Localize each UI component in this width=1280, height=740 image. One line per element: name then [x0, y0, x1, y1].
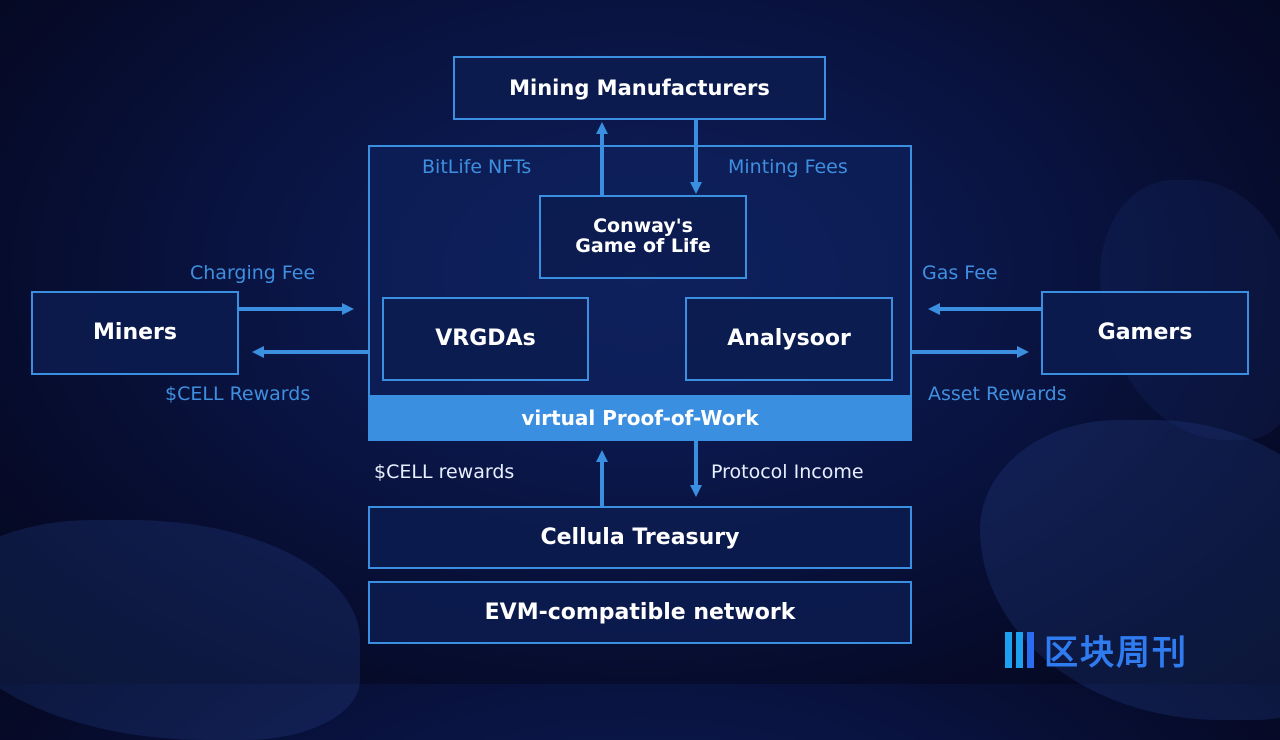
arrow-up-icon — [596, 122, 608, 134]
watermark-text: 区块周刊 — [1044, 633, 1188, 673]
mining-manufacturers-label: Mining Manufacturers — [509, 75, 770, 100]
conways-game-of-life-node: Conway's Game of Life — [539, 195, 747, 279]
arrow-left-icon — [252, 346, 264, 358]
mining-manufacturers-node: Mining Manufacturers — [453, 56, 826, 120]
conways-game-label-line1: Conway's — [593, 215, 693, 238]
minting-fees-arrow-line — [694, 120, 698, 184]
asset-rewards-label: Asset Rewards — [928, 383, 1067, 405]
bitlife-nfts-arrow-line — [600, 132, 604, 196]
gamers-node: Gamers — [1041, 291, 1249, 375]
conways-game-label-line2: Game of Life — [575, 235, 711, 257]
protocol-income-label: Protocol Income — [711, 461, 864, 483]
background-rock — [980, 420, 1280, 720]
evm-network-node: EVM-compatible network — [368, 581, 912, 644]
cell-rewards-treasury-arrow-line — [600, 460, 604, 506]
vrgdas-label: VRGDAs — [435, 326, 536, 352]
gas-fee-arrow-line — [940, 307, 1041, 311]
watermark: 区块周刊 — [1005, 625, 1188, 674]
evm-network-label: EVM-compatible network — [484, 599, 796, 625]
charging-fee-arrow-line — [239, 307, 343, 311]
virtual-pow-label: virtual Proof-of-Work — [521, 406, 759, 430]
arrow-right-icon — [1017, 346, 1029, 358]
analysoor-label: Analysoor — [727, 326, 851, 352]
gamers-label: Gamers — [1097, 320, 1193, 346]
cell-rewards-treasury-label: $CELL rewards — [374, 461, 515, 483]
cellula-treasury-node: Cellula Treasury — [368, 506, 912, 569]
miners-node: Miners — [31, 291, 239, 375]
protocol-income-arrow-line — [694, 441, 698, 487]
virtual-pow-bar: virtual Proof-of-Work — [368, 395, 912, 441]
analysoor-node: Analysoor — [685, 297, 893, 381]
background-rock — [0, 520, 360, 740]
miners-label: Miners — [93, 320, 177, 346]
arrow-left-icon — [928, 303, 940, 315]
cell-rewards-miners-label: $CELL Rewards — [165, 383, 311, 405]
minting-fees-label: Minting Fees — [728, 156, 848, 178]
arrow-up-icon — [596, 450, 608, 462]
vrgdas-node: VRGDAs — [382, 297, 589, 381]
asset-rewards-arrow-line — [912, 350, 1018, 354]
arrow-down-icon — [690, 485, 702, 497]
gas-fee-label: Gas Fee — [922, 262, 998, 284]
watermark-logo-icon — [1005, 631, 1034, 668]
cell-rewards-arrow-line — [264, 350, 368, 354]
charging-fee-label: Charging Fee — [190, 262, 316, 284]
bitlife-nfts-label: BitLife NFTs — [422, 156, 532, 178]
arrow-right-icon — [342, 303, 354, 315]
cellula-treasury-label: Cellula Treasury — [540, 524, 740, 550]
arrow-down-icon — [690, 182, 702, 194]
